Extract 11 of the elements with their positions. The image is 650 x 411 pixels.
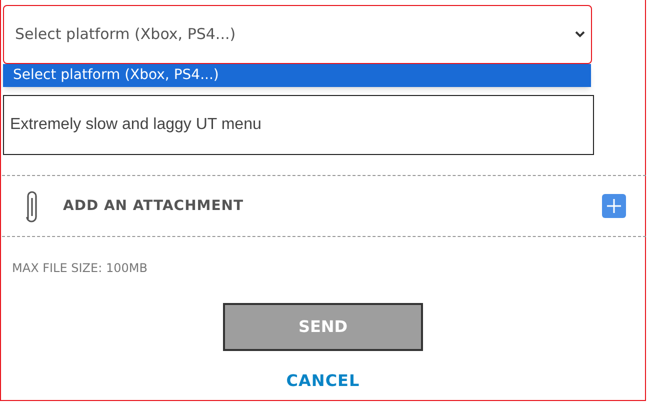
platform-select[interactable]: Select platform (Xbox, PS4...) [3, 5, 592, 64]
max-file-size-note: MAX FILE SIZE: 100MB [12, 261, 148, 275]
description-field[interactable]: Extremely slow and laggy UT menu [3, 95, 594, 155]
chevron-down-icon [575, 31, 585, 38]
attachment-label: ADD AN ATTACHMENT [63, 196, 244, 216]
plus-icon [606, 198, 622, 214]
select-value: Select platform (Xbox, PS4...) [15, 24, 236, 46]
dropdown-option[interactable]: Select platform (Xbox, PS4...) [3, 64, 591, 87]
cancel-link[interactable]: CANCEL [286, 369, 360, 393]
add-button[interactable] [602, 194, 626, 218]
attachment-area[interactable]: ADD AN ATTACHMENT [2, 175, 646, 237]
